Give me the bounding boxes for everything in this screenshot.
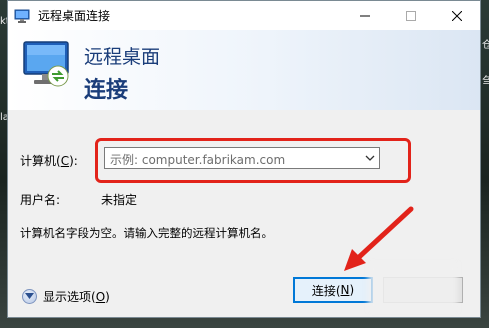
maximize-icon (406, 10, 416, 21)
computer-label-suffix: ): (69, 154, 78, 168)
window-title: 远程桌面连接 (38, 9, 111, 23)
title-bar[interactable]: 远程桌面连接 (8, 1, 480, 30)
maximize-button[interactable] (388, 1, 434, 30)
header-banner: 远程桌面 连接 (8, 30, 480, 110)
background-text-fragment: 仓 (482, 40, 489, 51)
username-value: 未指定 (101, 193, 138, 207)
background-text-fragment: 刍 (482, 76, 489, 87)
remote-desktop-dialog: 远程桌面连接 远程桌面 连接 计算机(C): 示例: computer.fabr… (7, 0, 481, 318)
annotation-highlight-box (95, 138, 411, 183)
connect-prefix: 连接( (311, 283, 341, 298)
connect-suffix: ) (349, 283, 355, 297)
minimize-icon (360, 15, 370, 16)
remote-desktop-app-icon (14, 9, 30, 23)
show-options-button[interactable]: 显示选项(O) (22, 287, 110, 305)
computer-label: 计算机(C): (20, 152, 78, 169)
banner-title: 远程桌面 (84, 46, 161, 68)
empty-computer-hint: 计算机名字段为空。请输入完整的远程计算机名。 (20, 226, 273, 240)
connect-accesskey: N (340, 283, 350, 297)
connect-button[interactable]: 连接(N) (293, 277, 373, 303)
watermark-blur (368, 263, 458, 311)
minimize-button[interactable] (342, 1, 388, 30)
show-options-label: 显示选项(O) (43, 288, 110, 305)
show-options-suffix: ) (105, 289, 110, 304)
remote-desktop-monitor-icon (23, 41, 69, 87)
show-options-accesskey: O (95, 289, 106, 304)
close-button[interactable] (434, 1, 480, 30)
expand-options-icon (22, 288, 37, 304)
banner-subtitle: 连接 (84, 78, 129, 103)
computer-label-accesskey: C (60, 154, 70, 168)
close-icon (452, 10, 462, 21)
computer-label-prefix: 计算机( (20, 154, 61, 168)
show-options-prefix: 显示选项( (43, 289, 96, 304)
username-label: 用户名: (20, 193, 61, 207)
